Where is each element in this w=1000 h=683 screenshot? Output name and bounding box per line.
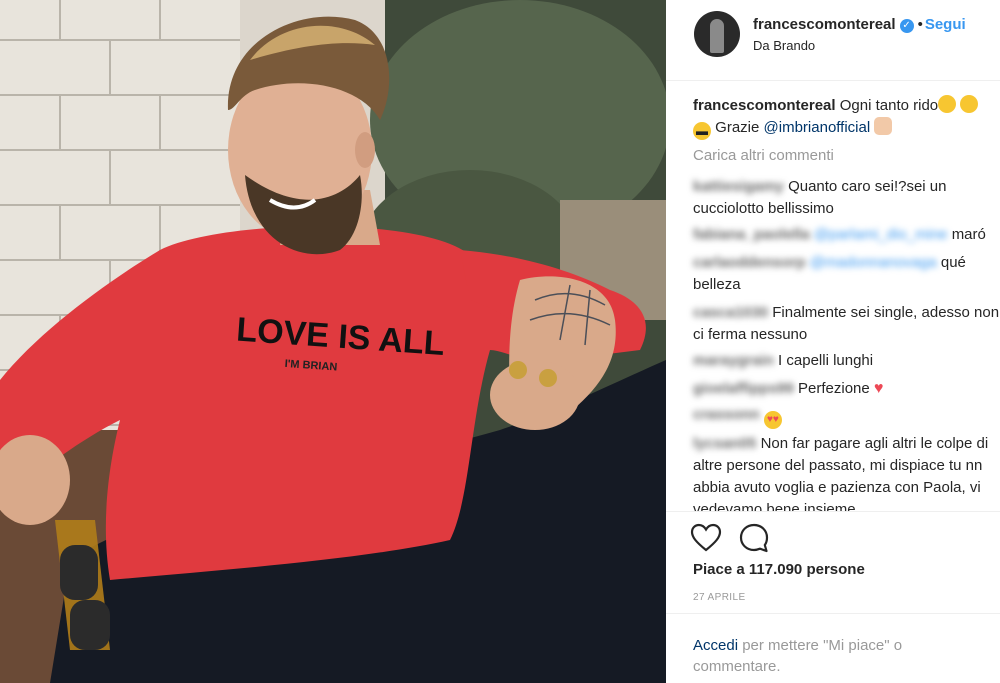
comment-text: maró	[951, 226, 986, 243]
caption-text-1: Ogni tanto rido	[839, 97, 939, 114]
separator-dot: •	[917, 16, 923, 33]
comment-text: I capelli lunghi	[778, 352, 874, 369]
login-text-row: Accedi per mettere "Mi piace" o commenta…	[693, 635, 983, 677]
login-link[interactable]: Accedi	[693, 637, 738, 654]
comment-item: crassonn ♥♥	[693, 404, 1000, 429]
comment-item: carlaoddensorp @madonnanovaga qué bellez…	[693, 252, 1000, 296]
thinking-emoji-icon	[960, 95, 979, 113]
header-username[interactable]: francescomontereal	[753, 16, 896, 33]
location-link[interactable]: Da Brando	[753, 38, 815, 53]
comments-list[interactable]: francescomontereal Ogni tanto rido ▬ Gra…	[666, 80, 1000, 511]
likes-count[interactable]: Piace a 117.090 persone	[693, 561, 865, 578]
comment-item: lycsan05 Non far pagare agli altri le co…	[693, 433, 1000, 511]
comment-item: kattiesigamy Quanto caro sei!?sei un cuc…	[693, 176, 1000, 220]
comment-icon[interactable]	[738, 522, 770, 554]
post-side-panel: francescomontereal ✓ • Segui Da Brando fran…	[666, 0, 1000, 683]
comment-mention[interactable]: @madonnanovaga	[810, 254, 937, 271]
comment-username[interactable]: maraygrain	[693, 352, 774, 369]
sweat-smile-emoji-icon	[938, 95, 957, 113]
header-username-row: francescomontereal ✓ • Segui	[753, 16, 966, 33]
comment-item: casca1030 Finalmente sei single, adesso …	[693, 302, 1000, 346]
post-header: francescomontereal ✓ • Segui Da Brando	[666, 0, 1000, 81]
comment-username[interactable]: kattiesigamy	[693, 178, 784, 195]
post-actions: Piace a 117.090 persone 27 APRILE Accedi…	[666, 511, 1000, 683]
login-prompt: Accedi per mettere "Mi piace" o commenta…	[666, 613, 1000, 683]
verified-icon: ✓	[899, 19, 914, 33]
hand-emoji-icon	[874, 117, 893, 135]
caption-username[interactable]: francescomontereal	[693, 97, 836, 114]
comment-username[interactable]: gioelaffipps99	[693, 380, 794, 397]
photo-illustration: LOVE IS ALL I'M BRIAN	[0, 0, 666, 683]
comment-username[interactable]: casca1030	[693, 304, 768, 321]
comment-item: fabiana_paolella @parlami_dio_mine maró	[693, 224, 1000, 246]
comment-text: Perfezione	[798, 380, 870, 397]
heart-icon[interactable]	[690, 522, 722, 554]
comment-item: maraygrain I capelli lunghi	[693, 350, 1000, 372]
load-more-comments[interactable]: Carica altri commenti	[693, 147, 834, 164]
post-photo[interactable]: LOVE IS ALL I'M BRIAN	[0, 0, 666, 683]
heart-eyes-emoji-icon: ♥♥	[763, 411, 782, 429]
comment-mention[interactable]: @parlami_dio_mine	[814, 226, 948, 243]
heart-emoji-icon: ♥	[873, 380, 884, 397]
avatar[interactable]	[694, 11, 740, 57]
comment-username[interactable]: lycsan05	[693, 435, 756, 452]
caption-text-2: Grazie	[715, 119, 760, 136]
comment-username[interactable]: crassonn	[693, 406, 760, 423]
post-date[interactable]: 27 APRILE	[693, 592, 746, 603]
sunglasses-emoji-icon: ▬	[693, 122, 711, 140]
post-caption: francescomontereal Ogni tanto rido ▬ Gra…	[693, 95, 1000, 140]
comment-username[interactable]: carlaoddensorp	[693, 254, 806, 271]
comment-item: gioelaffipps99 Perfezione ♥	[693, 378, 1000, 400]
comment-username[interactable]: fabiana_paolella	[693, 226, 810, 243]
caption-mention[interactable]: @imbrianofficial	[764, 119, 871, 136]
follow-button[interactable]: Segui	[925, 16, 966, 33]
